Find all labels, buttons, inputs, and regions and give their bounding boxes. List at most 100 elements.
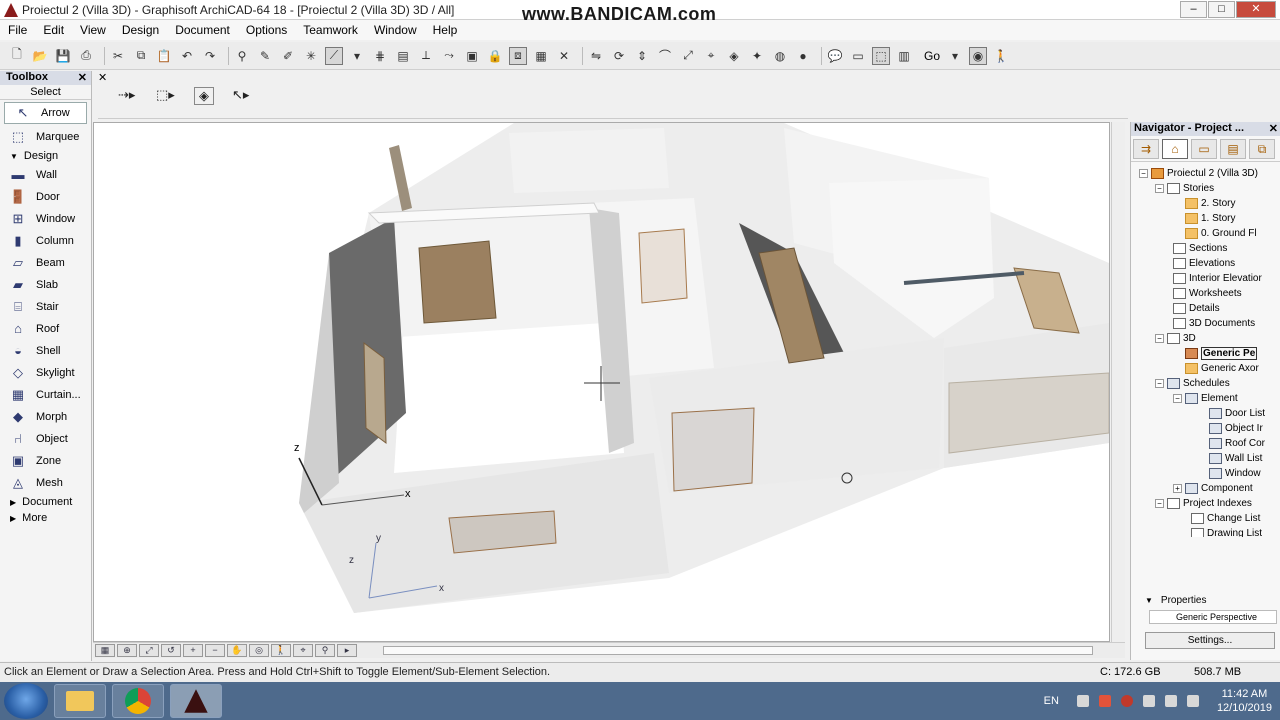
tree-item-drawing-list[interactable]: Drawing List xyxy=(1131,526,1280,537)
zoom-window-icon[interactable]: ⊕ xyxy=(117,644,137,657)
fillet-icon[interactable]: ⌒ xyxy=(656,47,674,65)
tab-view-map-icon[interactable]: ▭ xyxy=(1191,138,1217,159)
morph-ops-icon[interactable]: ✦ xyxy=(748,47,766,65)
volume-icon[interactable] xyxy=(1164,695,1177,707)
tool-wall[interactable]: ▬ Wall xyxy=(0,164,91,186)
tree-item-worksheets[interactable]: Worksheets xyxy=(1131,286,1280,301)
menu-view[interactable]: View xyxy=(80,23,106,37)
navigate-3d-icon[interactable]: ◉ xyxy=(969,46,988,65)
record-icon[interactable] xyxy=(1120,695,1133,707)
view-name-field[interactable]: Generic Perspective xyxy=(1149,610,1277,624)
group-icon[interactable]: ▣ xyxy=(463,47,481,65)
3d-view-icon[interactable]: ⬚ xyxy=(872,46,890,65)
tool-slab[interactable]: ▰ Slab xyxy=(0,274,91,296)
stretch-icon[interactable]: ⇕ xyxy=(633,47,651,65)
tree-item-3d-documents[interactable]: 3D Documents xyxy=(1131,316,1280,331)
tool-morph[interactable]: ◆ Morph xyxy=(0,406,91,428)
tree-item-schedules[interactable]: − Schedules xyxy=(1131,376,1280,391)
mirror-icon[interactable]: ⇋ xyxy=(587,47,605,65)
open-file-icon[interactable]: 📂 xyxy=(31,47,49,65)
tree-item-story-2[interactable]: 2. Story xyxy=(1131,196,1280,211)
close-button[interactable]: ✕ xyxy=(1236,1,1276,18)
more-group[interactable]: ▶ More xyxy=(0,510,91,526)
tool-object[interactable]: ⑁ Object xyxy=(0,428,91,450)
tree-item-component[interactable]: + Component xyxy=(1131,481,1280,496)
menu-edit[interactable]: Edit xyxy=(43,23,64,37)
menu-help[interactable]: Help xyxy=(433,23,458,37)
maximize-button[interactable]: □ xyxy=(1208,1,1235,18)
collapse-icon[interactable]: − xyxy=(1139,169,1148,178)
tree-item-project[interactable]: − Proiectul 2 (Villa 3D) xyxy=(1131,166,1280,181)
tree-item-door-list[interactable]: Door List xyxy=(1131,406,1280,421)
menu-teamwork[interactable]: Teamwork xyxy=(303,23,358,37)
tab-organizer-icon[interactable]: ⇉ xyxy=(1133,138,1159,159)
tool-zone[interactable]: ▣ Zone xyxy=(0,450,91,472)
suspend-groups-icon[interactable]: ⧈ xyxy=(509,46,527,65)
tree-item-3d[interactable]: − 3D xyxy=(1131,331,1280,346)
zoom-magnify-icon[interactable]: ⚲ xyxy=(315,644,335,657)
zoom-out-icon[interactable]: − xyxy=(205,644,225,657)
collapse-icon[interactable]: − xyxy=(1155,379,1164,388)
navigator-close-icon[interactable]: ✕ xyxy=(1269,122,1278,135)
tray-app-icon[interactable] xyxy=(1076,695,1089,707)
camera-icon[interactable]: ⌖ xyxy=(293,644,313,657)
explore-icon[interactable]: 🚶 xyxy=(271,644,291,657)
menu-window[interactable]: Window xyxy=(374,23,417,37)
split-icon[interactable]: ⌖ xyxy=(702,47,720,65)
tree-item-details[interactable]: Details xyxy=(1131,301,1280,316)
tree-item-generic-perspective[interactable]: Generic Pe xyxy=(1131,346,1280,361)
settings-button[interactable]: Settings... xyxy=(1145,632,1275,649)
tree-item-wall-list[interactable]: Wall List xyxy=(1131,451,1280,466)
properties-header[interactable]: ▼ Properties xyxy=(1131,592,1280,608)
grid-icon[interactable]: ▦ xyxy=(532,47,550,65)
marquee-method-icon[interactable]: ⬚▸ xyxy=(156,87,175,103)
tool-arrow[interactable]: ↖ Arrow xyxy=(4,102,87,124)
layers-icon[interactable]: ▤ xyxy=(394,47,412,65)
guide-lines-icon[interactable]: ⟋ xyxy=(325,46,343,65)
sphere-icon[interactable]: ● xyxy=(794,47,812,65)
pointer-icon[interactable]: ↖▸ xyxy=(232,87,249,103)
adjust-icon[interactable]: ⤳ xyxy=(440,47,458,65)
orbit-icon[interactable]: ◎ xyxy=(249,644,269,657)
syringe-icon[interactable]: ✐ xyxy=(279,47,297,65)
explode-icon[interactable]: ✕ xyxy=(555,47,573,65)
tray-app-icon[interactable] xyxy=(1098,695,1111,707)
rotate-icon[interactable]: ⟳ xyxy=(610,47,628,65)
start-button[interactable] xyxy=(4,683,48,719)
zoom-previous-icon[interactable]: ↺ xyxy=(161,644,181,657)
tool-skylight[interactable]: ◇ Skylight xyxy=(0,362,91,384)
resize-icon[interactable]: ⤢ xyxy=(679,47,697,65)
new-file-icon[interactable]: 🗋 xyxy=(8,47,26,65)
collapse-icon[interactable]: − xyxy=(1155,184,1164,193)
network-icon[interactable] xyxy=(1186,695,1199,707)
pan-icon[interactable]: ✋ xyxy=(227,644,247,657)
tree-item-stories[interactable]: − Stories xyxy=(1131,181,1280,196)
menu-document[interactable]: Document xyxy=(175,23,230,37)
layout-icon[interactable]: ▥ xyxy=(895,47,913,65)
save-icon[interactable]: 💾 xyxy=(54,47,72,65)
solid-ops-icon[interactable]: ◈ xyxy=(725,47,743,65)
zoom-fit-icon[interactable]: ⤢ xyxy=(139,644,159,657)
paste-icon[interactable]: 📋 xyxy=(155,47,173,65)
tool-stair[interactable]: ⌸ Stair xyxy=(0,296,91,318)
tab-publisher-icon[interactable]: ⧉ xyxy=(1249,138,1275,159)
view-options-icon[interactable]: ▦ xyxy=(95,644,115,657)
redo-icon[interactable]: ↷ xyxy=(201,47,219,65)
tool-shell[interactable]: ◒ Shell xyxy=(0,340,91,362)
snap-grid-icon[interactable]: ⋕ xyxy=(371,47,389,65)
tool-door[interactable]: 🚪 Door xyxy=(0,186,91,208)
tree-item-interior-elevations[interactable]: Interior Elevatior xyxy=(1131,271,1280,286)
copy-icon[interactable]: ⧉ xyxy=(132,47,150,65)
tree-item-story-0[interactable]: 0. Ground Fl xyxy=(1131,226,1280,241)
dropdown-arrow-icon[interactable]: ▾ xyxy=(348,47,366,65)
undo-icon[interactable]: ↶ xyxy=(178,47,196,65)
dropdown-arrow-icon[interactable]: ▾ xyxy=(946,47,964,65)
horizontal-scrollbar[interactable] xyxy=(383,646,1093,655)
cut-icon[interactable]: ✂ xyxy=(109,47,127,65)
trim-icon[interactable]: ⟂ xyxy=(417,47,435,65)
taskbar-chrome[interactable] xyxy=(112,684,164,718)
vertical-scrollbar[interactable] xyxy=(1111,122,1125,642)
tree-item-story-1[interactable]: 1. Story xyxy=(1131,211,1280,226)
minimize-button[interactable]: – xyxy=(1180,1,1207,18)
tree-item-sections[interactable]: Sections xyxy=(1131,241,1280,256)
